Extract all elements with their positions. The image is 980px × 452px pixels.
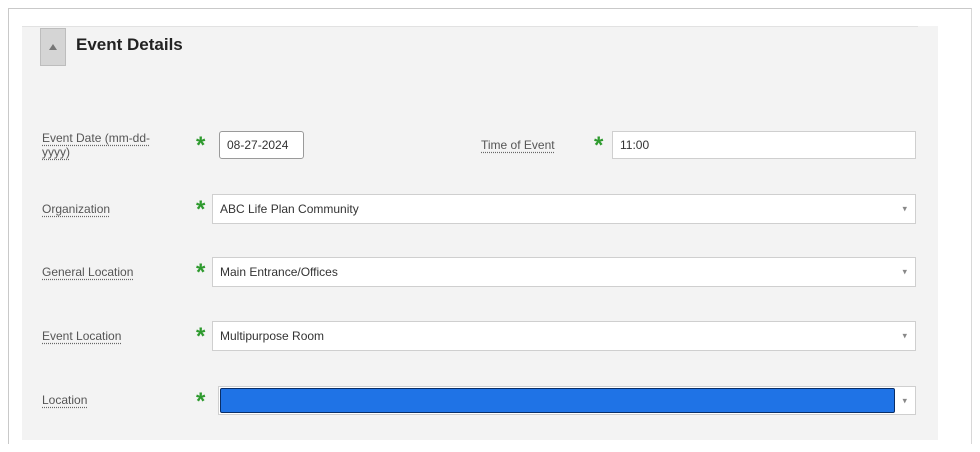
organization-select[interactable]: ABC Life Plan Community ▾ <box>212 194 916 224</box>
required-marker: * <box>196 132 206 159</box>
required-marker: * <box>594 132 604 159</box>
required-marker: * <box>196 323 206 350</box>
event-location-select[interactable]: Multipurpose Room ▾ <box>212 321 916 351</box>
required-marker: * <box>196 388 206 415</box>
location-select[interactable]: ▾ <box>218 386 916 415</box>
panel-title: Event Details <box>76 35 183 54</box>
general-location-label: General Location <box>42 265 134 279</box>
collapse-up-icon <box>49 44 57 50</box>
organization-label: Organization <box>42 202 111 216</box>
location-select-highlight[interactable] <box>220 388 895 413</box>
chevron-down-icon: ▾ <box>902 203 907 214</box>
event-location-label: Event Location <box>42 329 122 343</box>
chevron-down-icon: ▾ <box>902 266 907 277</box>
panel-divider <box>22 26 918 27</box>
general-location-select[interactable]: Main Entrance/Offices ▾ <box>212 257 916 287</box>
event-location-value: Multipurpose Room <box>220 329 325 343</box>
event-details-panel <box>22 26 938 440</box>
location-label: Location <box>42 393 88 407</box>
collapse-button[interactable] <box>40 28 66 66</box>
chevron-down-icon: ▾ <box>902 395 907 405</box>
event-date-input[interactable] <box>219 131 304 159</box>
required-marker: * <box>196 196 206 223</box>
required-marker: * <box>196 259 206 286</box>
time-of-event-input[interactable] <box>612 131 916 159</box>
chevron-down-icon: ▾ <box>902 330 907 341</box>
general-location-value: Main Entrance/Offices <box>220 265 338 279</box>
event-date-label: Event Date (mm-dd-yyyy) <box>42 131 151 159</box>
organization-value: ABC Life Plan Community <box>220 202 359 216</box>
time-of-event-label: Time of Event <box>481 138 555 152</box>
